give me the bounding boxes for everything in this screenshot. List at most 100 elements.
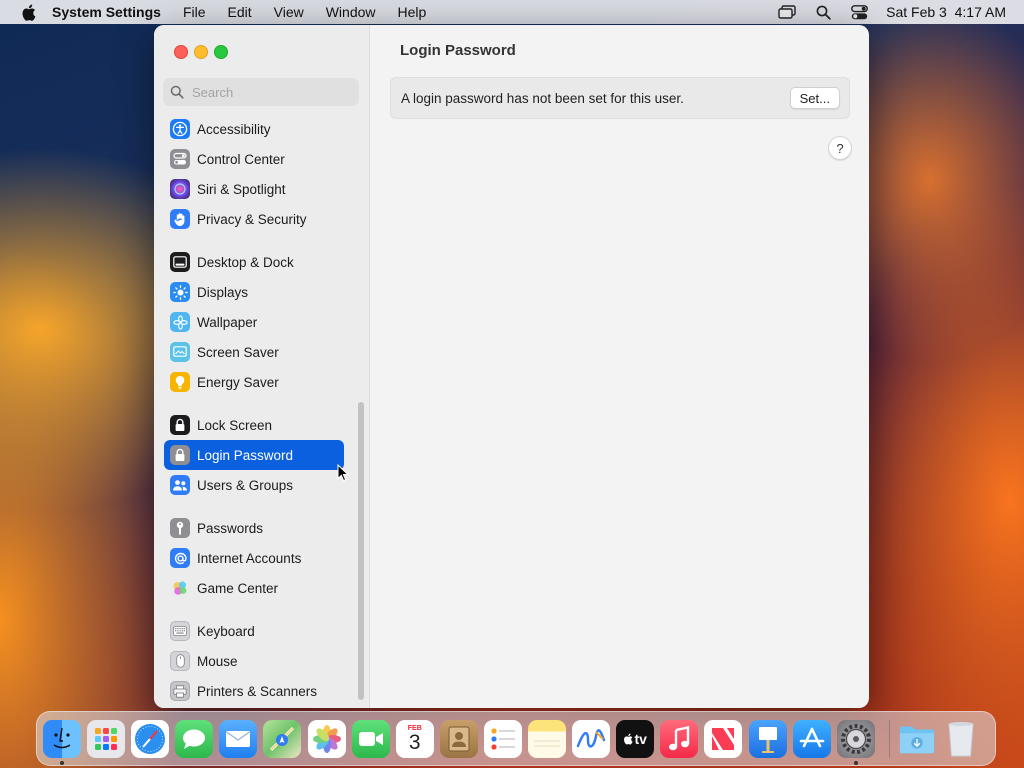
search-input[interactable]: [190, 83, 354, 101]
sidebar-item-desktop-dock[interactable]: Desktop & Dock: [164, 247, 344, 277]
dock-messages[interactable]: [175, 719, 214, 758]
sidebar-item-label: Keyboard: [197, 623, 255, 639]
login-password-message: A login password has not been set for th…: [401, 90, 684, 106]
sidebar-item-label: Accessibility: [197, 121, 271, 137]
spotlight-search-icon[interactable]: [814, 4, 832, 20]
at-icon: [170, 548, 190, 568]
sidebar-item-label: Energy Saver: [197, 374, 279, 390]
mail-icon: [226, 730, 251, 747]
sidebar-item-accessibility[interactable]: Accessibility: [164, 114, 344, 144]
dock-trash[interactable]: [942, 720, 980, 758]
dock-notes[interactable]: [528, 719, 567, 758]
sidebar-item-label: Wallpaper: [197, 314, 258, 330]
sidebar-item-wallpaper[interactable]: Wallpaper: [164, 307, 344, 337]
hand-icon: [170, 209, 190, 229]
menu-clock[interactable]: Sat Feb 3 4:17 AM: [886, 4, 1006, 20]
set-password-button[interactable]: Set...: [789, 87, 840, 109]
sidebar-item-label: Users & Groups: [197, 477, 294, 493]
sidebar-group-1: Accessibility Control Center Siri & Spot…: [164, 114, 344, 234]
dock-freeform[interactable]: [572, 719, 611, 758]
sidebar-item-mouse[interactable]: Mouse: [164, 646, 344, 676]
sidebar-item-privacy-security[interactable]: Privacy & Security: [164, 204, 344, 234]
window-minimize-button[interactable]: [194, 45, 208, 59]
running-indicator: [853, 760, 858, 765]
sidebar-item-screen-saver[interactable]: Screen Saver: [164, 337, 344, 367]
dock-maps[interactable]: [263, 719, 302, 758]
sidebar-item-control-center[interactable]: Control Center: [164, 144, 344, 174]
dock-safari[interactable]: [131, 719, 170, 758]
photos-icon: [312, 724, 341, 753]
window-close-button[interactable]: [174, 45, 188, 59]
dock-system-settings[interactable]: [836, 719, 875, 765]
search-icon: [170, 85, 184, 99]
sidebar-item-users-groups[interactable]: Users & Groups: [164, 470, 344, 500]
printer-icon: [170, 681, 190, 701]
dock-tv[interactable]: tv: [616, 719, 655, 758]
sidebar-group-5: Keyboard Mouse Printers & Scanners: [164, 616, 344, 706]
dock-music[interactable]: [660, 719, 699, 758]
sidebar-item-siri-spotlight[interactable]: Siri & Spotlight: [164, 174, 344, 204]
tv-icon: tv: [623, 730, 647, 747]
sidebar-item-energy-saver[interactable]: Energy Saver: [164, 367, 344, 397]
menu-bar: System Settings File Edit View Window He…: [0, 0, 1024, 24]
sidebar-item-internet-accounts[interactable]: Internet Accounts: [164, 543, 344, 573]
screen-saver-icon: [170, 342, 190, 362]
mouse-icon: [170, 651, 190, 671]
lock-icon: [170, 415, 190, 435]
sidebar-item-displays[interactable]: Displays: [164, 277, 344, 307]
window-zoom-button[interactable]: [214, 45, 228, 59]
freeform-icon: [576, 728, 606, 747]
sidebar-item-passwords[interactable]: Passwords: [164, 513, 344, 543]
menu-window[interactable]: Window: [326, 4, 376, 20]
sidebar-item-printers-scanners[interactable]: Printers & Scanners: [164, 676, 344, 706]
menu-edit[interactable]: Edit: [228, 4, 252, 20]
app-store-icon: [799, 727, 824, 747]
menu-app-name[interactable]: System Settings: [52, 4, 161, 20]
game-center-icon: [170, 578, 190, 598]
sidebar-item-label: Mouse: [197, 653, 238, 669]
apple-menu-icon[interactable]: [18, 4, 38, 21]
dock-mail[interactable]: [219, 719, 258, 758]
reminders-icon: [491, 727, 515, 750]
sidebar-item-keyboard[interactable]: Keyboard: [164, 616, 344, 646]
dock-keynote[interactable]: [748, 719, 787, 758]
dock-facetime[interactable]: [351, 719, 390, 758]
sidebar-item-label: Desktop & Dock: [197, 254, 294, 270]
lightbulb-icon: [170, 372, 190, 392]
dock-app-store[interactable]: [792, 719, 831, 758]
dock-news[interactable]: [704, 719, 743, 758]
sidebar-item-login-password[interactable]: Login Password: [164, 440, 344, 470]
keynote-icon: [758, 726, 777, 753]
dock-calendar[interactable]: FEB 3: [395, 719, 434, 758]
sidebar: Accessibility Control Center Siri & Spot…: [154, 25, 370, 708]
dock-downloads[interactable]: [898, 720, 936, 758]
sidebar-item-label: Internet Accounts: [197, 550, 302, 566]
tv-label: tv: [634, 730, 647, 747]
wallpaper-icon: [170, 312, 190, 332]
content-pane: Login Password A login password has not …: [370, 25, 869, 708]
sidebar-item-game-center[interactable]: Game Center: [164, 573, 344, 603]
downloads-folder-icon: [899, 726, 934, 753]
login-password-panel: A login password has not been set for th…: [390, 77, 850, 119]
sidebar-item-label: Control Center: [197, 151, 285, 167]
dock-finder[interactable]: [43, 719, 81, 765]
sidebar-item-label: Login Password: [197, 447, 294, 463]
sidebar-search[interactable]: [163, 78, 359, 106]
dock-contacts[interactable]: [439, 719, 478, 758]
control-center-menu-icon[interactable]: [850, 4, 868, 20]
menu-view[interactable]: View: [274, 4, 304, 20]
menu-help[interactable]: Help: [398, 4, 427, 20]
dock-launchpad[interactable]: [87, 719, 126, 758]
dock-photos[interactable]: [307, 719, 346, 758]
sidebar-scrollbar[interactable]: [358, 402, 364, 700]
sidebar-item-lock-screen[interactable]: Lock Screen: [164, 410, 344, 440]
dock-icon: [170, 252, 190, 272]
siri-icon: [170, 179, 190, 199]
screen-mirroring-icon[interactable]: [778, 4, 796, 20]
help-button[interactable]: ?: [828, 136, 852, 160]
dock-reminders[interactable]: [483, 719, 522, 758]
menu-file[interactable]: File: [183, 4, 206, 20]
accessibility-icon: [170, 119, 190, 139]
users-icon: [170, 475, 190, 495]
finder-icon: [53, 727, 71, 748]
